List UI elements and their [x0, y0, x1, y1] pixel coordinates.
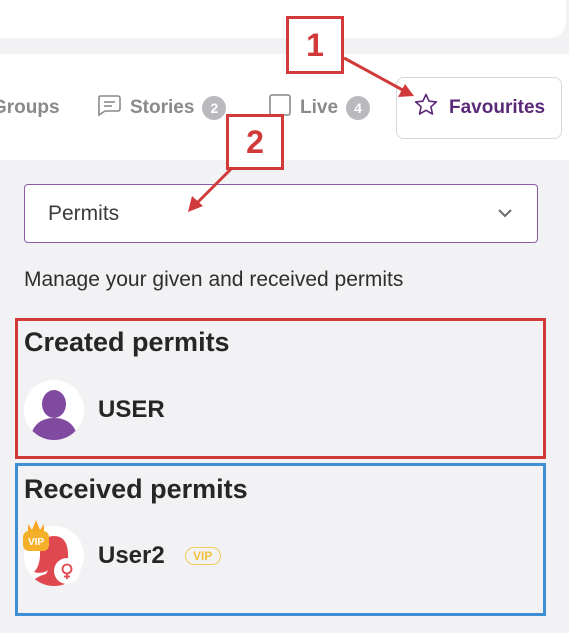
annotation-step-1: 1 — [286, 16, 344, 74]
annotation-step-2: 2 — [226, 114, 284, 170]
annotation-arrow-2 — [191, 166, 234, 209]
annotation-arrows — [188, 56, 414, 212]
annotation-arrow-1 — [343, 56, 411, 96]
